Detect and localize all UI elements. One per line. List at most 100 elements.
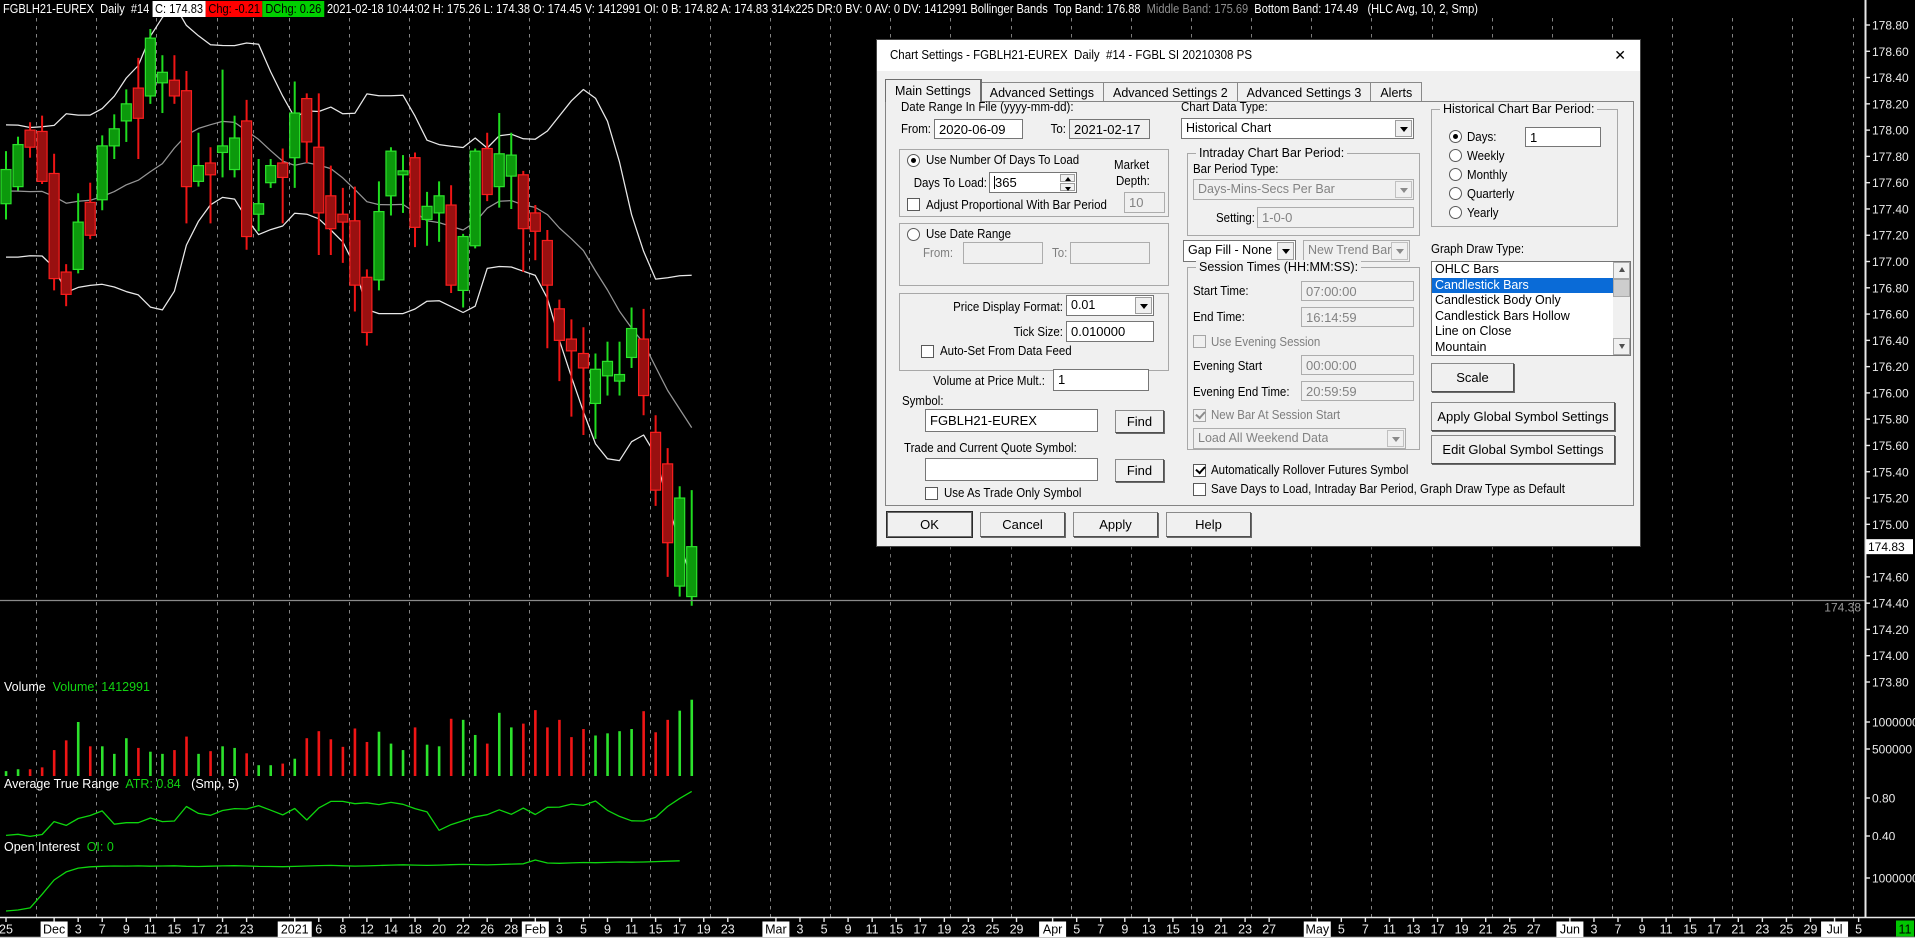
date-label: 23 bbox=[1238, 923, 1252, 937]
trade-only-checkbox[interactable] bbox=[925, 487, 938, 500]
combo-arrow-icon[interactable] bbox=[1135, 297, 1152, 314]
scroll-down-icon[interactable] bbox=[1613, 338, 1630, 355]
chart-data-type-combo[interactable]: Historical Chart bbox=[1181, 118, 1414, 139]
candle-body bbox=[72, 221, 84, 271]
spin-up-icon[interactable] bbox=[1060, 174, 1075, 182]
help-button[interactable]: Help bbox=[1166, 512, 1251, 537]
range-to-input[interactable] bbox=[1070, 242, 1150, 264]
cancel-button[interactable]: Cancel bbox=[980, 512, 1065, 537]
combo-arrow-icon[interactable] bbox=[1277, 242, 1294, 260]
dialog-titlebar[interactable]: Chart Settings - FGBLH21-EUREX Daily #14… bbox=[877, 40, 1640, 71]
price-display-format-combo[interactable]: 0.01 bbox=[1066, 295, 1154, 316]
close-icon[interactable]: ✕ bbox=[1614, 47, 1626, 64]
tab-advanced-settings-2[interactable]: Advanced Settings 2 bbox=[1103, 82, 1238, 102]
date-label: 19 bbox=[937, 923, 951, 937]
candle-body bbox=[265, 164, 277, 184]
bar-period-type-combo[interactable]: Days-Mins-Secs Per Bar bbox=[1193, 179, 1414, 200]
trade-find-button[interactable]: Find bbox=[1115, 459, 1164, 482]
use-number-of-days-radio[interactable] bbox=[907, 154, 920, 167]
use-evening-session-checkbox[interactable] bbox=[1193, 335, 1206, 348]
yearly-radio[interactable] bbox=[1449, 206, 1462, 219]
adjust-proportional-checkbox[interactable] bbox=[907, 198, 920, 211]
date-label: 19 bbox=[697, 923, 711, 937]
scroll-up-icon[interactable] bbox=[1613, 262, 1630, 279]
date-label: 3 bbox=[1590, 923, 1597, 937]
candle-body bbox=[589, 368, 602, 405]
volume-bar bbox=[534, 710, 537, 776]
range-from-input[interactable] bbox=[963, 242, 1043, 264]
volume-at-price-input[interactable]: 1 bbox=[1053, 369, 1149, 391]
date-range-from-input[interactable]: 2020-06-09 bbox=[934, 119, 1023, 139]
price-scale[interactable]: 178.80 178.60 178.40 178.20 178.00 177.80 177.… bbox=[1864, 0, 1915, 917]
market-depth-label-line2: Depth: bbox=[1116, 174, 1150, 188]
tab-advanced-settings-3[interactable]: Advanced Settings 3 bbox=[1237, 82, 1372, 102]
days-to-load-spinner[interactable] bbox=[1060, 174, 1075, 191]
days-radio[interactable] bbox=[1449, 130, 1462, 143]
volume-bar bbox=[305, 738, 309, 776]
weekly-radio[interactable] bbox=[1449, 149, 1462, 162]
list-item[interactable]: Line on Close bbox=[1432, 324, 1630, 340]
save-default-checkbox[interactable] bbox=[1193, 483, 1206, 496]
new-trend-bar-combo[interactable]: New Trend Bar V bbox=[1303, 240, 1410, 262]
apply-button[interactable]: Apply bbox=[1073, 512, 1158, 537]
combo-arrow-icon[interactable] bbox=[1395, 120, 1412, 137]
start-time-input[interactable]: 07:00:00 bbox=[1301, 281, 1414, 301]
scale-button[interactable]: Scale bbox=[1431, 363, 1514, 392]
atr-region-label: Average True Range ATR: 0.84 (Smp, 5) bbox=[4, 777, 239, 791]
days-to-load-input[interactable]: 365 bbox=[989, 172, 1077, 193]
graph-draw-type-listbox[interactable]: OHLC Bars Candlestick Bars Candlestick B… bbox=[1431, 261, 1631, 356]
evening-start-input[interactable]: 00:00:00 bbox=[1301, 355, 1414, 375]
date-axis[interactable]: 25 Dec 3 7 9 11 15 17 21 23 2021 6 8 12 14 18 20 22 26 28 Fe… bbox=[0, 916, 1915, 938]
combo-arrow-icon[interactable] bbox=[1395, 181, 1412, 198]
gap-fill-combo[interactable]: Gap Fill - None bbox=[1183, 240, 1296, 262]
symbol-input[interactable]: FGBLH21-EUREX bbox=[925, 409, 1098, 432]
market-depth-input[interactable]: 10 bbox=[1124, 192, 1165, 213]
evening-end-input[interactable]: 20:59:59 bbox=[1301, 381, 1414, 401]
list-item[interactable]: Mountain bbox=[1432, 340, 1630, 355]
ok-button[interactable]: OK bbox=[886, 511, 973, 538]
tab-advanced-settings[interactable]: Advanced Settings bbox=[980, 82, 1104, 102]
dialog-tabs: Main Settings Advanced Settings Advanced… bbox=[885, 79, 1423, 102]
candle-body bbox=[289, 112, 301, 159]
scrollbar-thumb[interactable] bbox=[1613, 279, 1630, 297]
rollover-checkbox[interactable] bbox=[1193, 464, 1206, 477]
auto-set-checkbox[interactable] bbox=[921, 345, 934, 358]
list-item[interactable]: Candlestick Body Only bbox=[1432, 293, 1630, 309]
end-time-input[interactable]: 16:14:59 bbox=[1301, 307, 1414, 327]
oi-region-value: OI: 0 bbox=[86, 840, 114, 854]
candle-body bbox=[12, 143, 24, 188]
list-item[interactable]: Candlestick Bars Hollow bbox=[1432, 309, 1630, 325]
days-value-input[interactable]: 1 bbox=[1525, 127, 1601, 147]
list-item[interactable]: OHLC Bars bbox=[1432, 262, 1630, 278]
tab-alerts[interactable]: Alerts bbox=[1371, 82, 1423, 102]
new-bar-at-session-checkbox[interactable] bbox=[1193, 409, 1206, 422]
weekend-data-combo[interactable]: Load All Weekend Data bbox=[1193, 428, 1406, 449]
date-label: 11 bbox=[866, 923, 879, 937]
quarterly-radio[interactable] bbox=[1449, 187, 1462, 200]
symbol-find-button[interactable]: Find bbox=[1115, 410, 1164, 433]
volume-bar bbox=[113, 753, 116, 776]
date-range-to-input[interactable]: 2021-02-17 bbox=[1069, 119, 1150, 139]
trade-symbol-input[interactable] bbox=[925, 458, 1098, 481]
listbox-scrollbar[interactable] bbox=[1613, 262, 1630, 355]
atr-scale-label: 0.80 bbox=[1872, 792, 1896, 806]
list-item-selected[interactable]: Candlestick Bars bbox=[1432, 277, 1630, 294]
combo-arrow-icon[interactable] bbox=[1387, 430, 1404, 447]
apply-global-button[interactable]: Apply Global Symbol Settings bbox=[1431, 402, 1615, 431]
spin-down-icon[interactable] bbox=[1060, 183, 1075, 191]
volume-bar bbox=[666, 719, 669, 776]
edit-global-button[interactable]: Edit Global Symbol Settings bbox=[1431, 435, 1615, 464]
price-scale-label: 176.00 bbox=[1872, 386, 1909, 400]
candle-body bbox=[421, 205, 433, 221]
dialog-title: Chart Settings - FGBLH21-EUREX Daily #14… bbox=[890, 48, 1252, 62]
tick-size-input[interactable]: 0.010000 bbox=[1066, 321, 1154, 342]
monthly-radio[interactable] bbox=[1449, 168, 1462, 181]
use-date-range-radio[interactable] bbox=[907, 228, 920, 241]
tab-main-settings[interactable]: Main Settings bbox=[885, 79, 981, 102]
candle-body bbox=[481, 147, 493, 196]
combo-arrow-icon[interactable] bbox=[1391, 242, 1408, 260]
candle-body bbox=[385, 150, 397, 197]
date-label: 26 bbox=[480, 923, 494, 937]
setting-input[interactable]: 1-0-0 bbox=[1257, 207, 1414, 228]
price-scale-label: 174.60 bbox=[1872, 570, 1909, 584]
